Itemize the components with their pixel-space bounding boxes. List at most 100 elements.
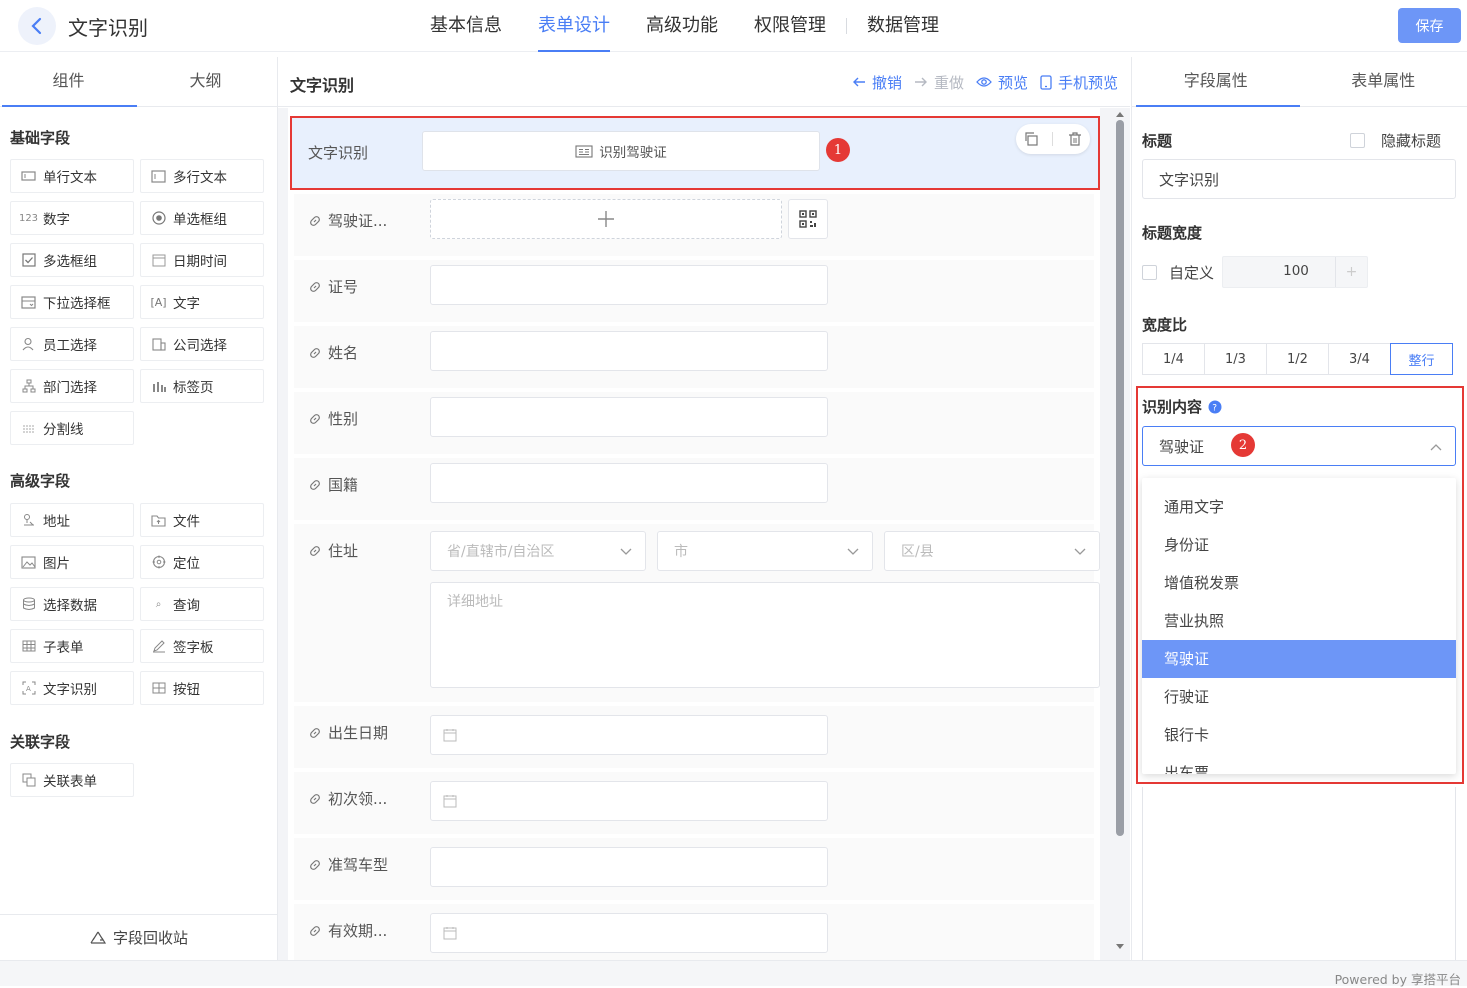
first-issue-date-input[interactable] bbox=[430, 781, 828, 821]
component-dropdown[interactable]: 下拉选择框 bbox=[10, 285, 134, 319]
tab-form-design[interactable]: 表单设计 bbox=[520, 0, 628, 52]
component-text[interactable]: [A]文字 bbox=[140, 285, 264, 319]
id-card-icon bbox=[575, 145, 593, 158]
scroll-thumb[interactable] bbox=[1116, 120, 1124, 836]
component-department[interactable]: 部门选择 bbox=[10, 369, 134, 403]
component-select-data[interactable]: 选择数据 bbox=[10, 587, 134, 621]
city-select[interactable]: 市 bbox=[657, 531, 873, 571]
component-radio[interactable]: 单选框组 bbox=[140, 201, 264, 235]
option-bank-card[interactable]: 银行卡 bbox=[1142, 716, 1456, 754]
province-select[interactable]: 省/直辖市/自治区 bbox=[430, 531, 646, 571]
ratio-half[interactable]: 1/2 bbox=[1266, 343, 1329, 375]
undo-button[interactable]: 撤销 bbox=[852, 72, 902, 93]
birth-date-input[interactable] bbox=[430, 715, 828, 755]
component-address[interactable]: 地址 bbox=[10, 503, 134, 537]
name-input[interactable] bbox=[430, 331, 828, 371]
tab-basic-info[interactable]: 基本信息 bbox=[412, 0, 520, 52]
address-detail-textarea[interactable]: 详细地址 bbox=[430, 582, 1100, 688]
tab-field-properties[interactable]: 字段属性 bbox=[1132, 57, 1300, 106]
image-upload-area[interactable] bbox=[430, 199, 782, 239]
scroll-up-icon[interactable] bbox=[1115, 110, 1125, 118]
selected-ocr-field[interactable]: 文字识别 识别驾驶证 1 bbox=[290, 116, 1100, 190]
component-number[interactable]: 123数字 bbox=[10, 201, 134, 235]
component-single-line[interactable]: 单行文本 bbox=[10, 159, 134, 193]
copy-icon[interactable] bbox=[1023, 131, 1039, 147]
ratio-full-row[interactable]: 整行 bbox=[1390, 343, 1453, 375]
text-icon: [A] bbox=[151, 295, 166, 310]
tab-components[interactable]: 组件 bbox=[0, 57, 137, 106]
component-multi-line[interactable]: 多行文本 bbox=[140, 159, 264, 193]
field-row-name[interactable]: 姓名 bbox=[294, 326, 1094, 388]
option-taxi-receipt[interactable]: 出车票 bbox=[1142, 754, 1456, 774]
component-employee[interactable]: 员工选择 bbox=[10, 327, 134, 361]
field-recycle-bin[interactable]: 字段回收站 bbox=[0, 914, 277, 960]
component-divider[interactable]: 分割线 bbox=[10, 411, 134, 445]
nationality-input[interactable] bbox=[430, 463, 828, 503]
tab-form-properties[interactable]: 表单属性 bbox=[1300, 57, 1467, 106]
component-query[interactable]: ⌕查询 bbox=[140, 587, 264, 621]
back-button[interactable] bbox=[18, 7, 56, 45]
calendar-icon bbox=[443, 728, 457, 742]
recognize-license-button[interactable]: 识别驾驶证 bbox=[422, 131, 820, 171]
component-subform[interactable]: 子表单 bbox=[10, 629, 134, 663]
ratio-third[interactable]: 1/3 bbox=[1204, 343, 1267, 375]
option-vehicle-license[interactable]: 行驶证 bbox=[1142, 678, 1456, 716]
query-icon: ⌕ bbox=[151, 597, 166, 612]
component-company[interactable]: 公司选择 bbox=[140, 327, 264, 361]
custom-width-checkbox[interactable] bbox=[1142, 265, 1157, 280]
license-number-input[interactable] bbox=[430, 265, 828, 305]
field-row-first-issue[interactable]: 初次领... bbox=[294, 772, 1094, 834]
option-id-card[interactable]: 身份证 bbox=[1142, 526, 1456, 564]
field-row-number[interactable]: 证号 bbox=[294, 260, 1094, 322]
hide-title-option[interactable]: 隐藏标题 bbox=[1350, 130, 1441, 151]
option-general-text[interactable]: 通用文字 bbox=[1142, 488, 1456, 526]
title-width-stepper[interactable]: 100 + bbox=[1222, 256, 1368, 288]
field-row-license[interactable]: 驾驶证... bbox=[294, 194, 1094, 256]
component-location[interactable]: 定位 bbox=[140, 545, 264, 579]
stepper-plus-button[interactable]: + bbox=[1335, 257, 1367, 287]
component-tabs[interactable]: 标签页 bbox=[140, 369, 264, 403]
component-ocr[interactable]: A文字识别 bbox=[10, 671, 134, 705]
recognize-content-select[interactable]: 驾驶证 2 bbox=[1142, 426, 1456, 466]
canvas-scrollbar[interactable] bbox=[1115, 110, 1125, 955]
field-row-nationality[interactable]: 国籍 bbox=[294, 458, 1094, 520]
component-checkbox[interactable]: 多选框组 bbox=[10, 243, 134, 277]
component-link-form[interactable]: 关联表单 bbox=[10, 763, 134, 797]
scan-qr-button[interactable] bbox=[788, 199, 828, 239]
option-driver-license[interactable]: 驾驶证 bbox=[1142, 640, 1456, 678]
tab-permissions[interactable]: 权限管理 bbox=[736, 0, 844, 52]
field-row-address[interactable]: 住址 省/直辖市/自治区 市 区/县 详细地址 bbox=[294, 524, 1094, 702]
preview-button[interactable]: 预览 bbox=[976, 72, 1028, 93]
field-row-vehicle-type[interactable]: 准驾车型 bbox=[294, 838, 1094, 900]
tab-outline[interactable]: 大纲 bbox=[137, 57, 274, 106]
field-row-gender[interactable]: 性别 bbox=[294, 392, 1094, 454]
tab-data-management[interactable]: 数据管理 bbox=[849, 0, 957, 52]
redo-button[interactable]: 重做 bbox=[914, 72, 964, 93]
component-signature[interactable]: 签字板 bbox=[140, 629, 264, 663]
trash-icon[interactable] bbox=[1067, 131, 1083, 147]
field-row-birth[interactable]: 出生日期 bbox=[294, 706, 1094, 768]
hide-title-checkbox[interactable] bbox=[1350, 133, 1365, 148]
component-file[interactable]: 文件 bbox=[140, 503, 264, 537]
option-vat-invoice[interactable]: 增值税发票 bbox=[1142, 564, 1456, 602]
valid-period-input[interactable] bbox=[430, 913, 828, 953]
help-icon[interactable]: ? bbox=[1208, 400, 1222, 414]
title-input[interactable]: 文字识别 bbox=[1142, 159, 1456, 199]
ratio-three-quarter[interactable]: 3/4 bbox=[1328, 343, 1391, 375]
plus-icon bbox=[597, 210, 615, 228]
district-select[interactable]: 区/县 bbox=[884, 531, 1100, 571]
component-datetime[interactable]: 日期时间 bbox=[140, 243, 264, 277]
field-row-valid-period[interactable]: 有效期... bbox=[294, 904, 1094, 960]
scroll-down-icon[interactable] bbox=[1115, 943, 1125, 951]
custom-width-option[interactable]: 自定义 bbox=[1142, 262, 1214, 283]
component-button[interactable]: 按钮 bbox=[140, 671, 264, 705]
option-business-license[interactable]: 营业执照 bbox=[1142, 602, 1456, 640]
ratio-quarter[interactable]: 1/4 bbox=[1142, 343, 1205, 375]
vehicle-type-input[interactable] bbox=[430, 847, 828, 887]
canvas-toolbar: 撤销 重做 预览 手机预览 bbox=[852, 57, 1118, 107]
gender-input[interactable] bbox=[430, 397, 828, 437]
component-image[interactable]: 图片 bbox=[10, 545, 134, 579]
save-button[interactable]: 保存 bbox=[1398, 8, 1461, 43]
mobile-preview-button[interactable]: 手机预览 bbox=[1040, 72, 1118, 93]
tab-advanced[interactable]: 高级功能 bbox=[628, 0, 736, 52]
